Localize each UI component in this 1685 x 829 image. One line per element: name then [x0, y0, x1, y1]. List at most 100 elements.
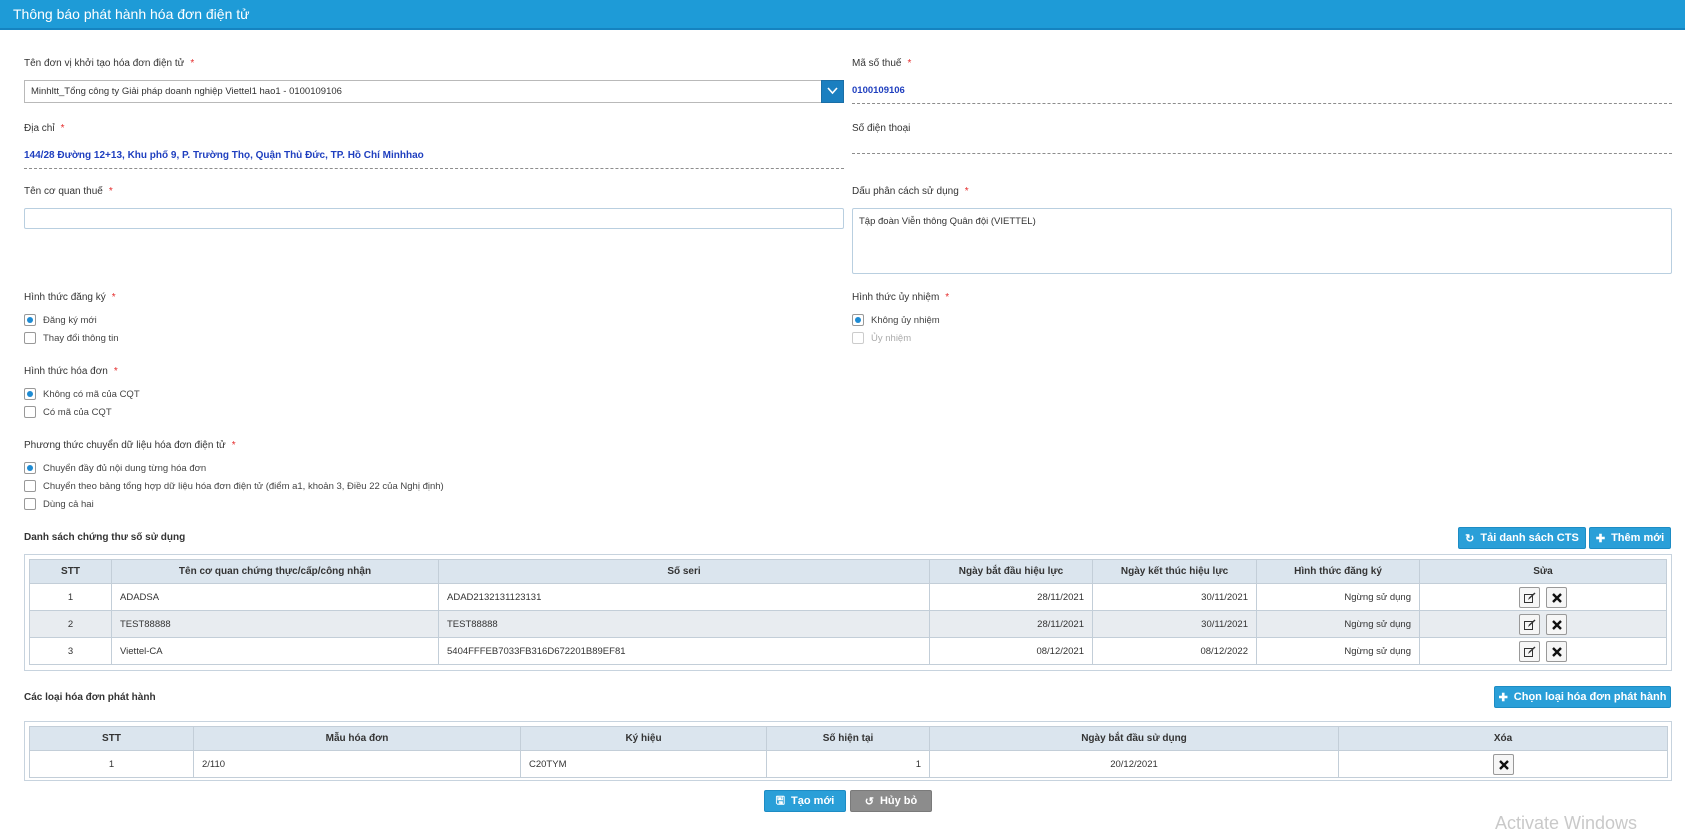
cell-start-use-date: 20/12/2021 — [929, 750, 1339, 778]
cell-actions — [1419, 583, 1667, 611]
plus-icon: ✚ — [1595, 532, 1606, 545]
delete-icon[interactable] — [1492, 753, 1514, 775]
transfer-method-label: Phương thức chuyển dữ liệu hóa đơn điện … — [24, 440, 236, 451]
org-select[interactable]: Minhltt_Tổng công ty Giải pháp doanh ngh… — [24, 80, 844, 103]
separator-textarea[interactable]: Tập đoàn Viễn thông Quân đội (VIETTEL) — [852, 208, 1672, 274]
save-icon: 🖫 — [775, 794, 786, 807]
edit-icon[interactable] — [1518, 586, 1540, 608]
choose-invoice-button[interactable]: ✚ Chọn loại hóa đơn phát hành — [1494, 686, 1671, 708]
cell-start-date: 28/11/2021 — [929, 583, 1093, 611]
cell-authority: Viettel-CA — [111, 637, 439, 665]
col-stt: STT — [29, 726, 194, 751]
tax-code-value: 0100109106 — [852, 85, 905, 96]
cancel-button[interactable]: ↺ Hủy bỏ — [850, 790, 932, 812]
radio-unchecked-icon[interactable] — [24, 498, 36, 510]
delegation-label: Hình thức ủy nhiệm * — [852, 292, 950, 303]
col-reg-type: Hình thức đăng ký — [1256, 559, 1420, 584]
col-stt: STT — [29, 559, 112, 584]
cell-end-date: 08/12/2022 — [1092, 637, 1257, 665]
col-delete: Xóa — [1338, 726, 1668, 751]
cell-reg-type: Ngừng sử dụng — [1256, 637, 1420, 665]
cell-serial: 5404FFFEB7033FB316D672201B89EF81 — [438, 637, 930, 665]
radio-unchecked-icon[interactable] — [24, 480, 36, 492]
cell-stt: 1 — [29, 750, 194, 778]
cell-actions — [1419, 637, 1667, 665]
delete-icon[interactable] — [1546, 586, 1568, 608]
cell-stt: 3 — [29, 637, 112, 665]
transfer-option-full[interactable]: Chuyển đầy đủ nội dung từng hóa đơn — [24, 462, 206, 474]
invoices-header-row: STT Mẫu hóa đơn Ký hiệu Số hiện tại Ngày… — [29, 726, 1668, 751]
col-symbol: Ký hiệu — [520, 726, 767, 751]
page-title: Thông báo phát hành hóa đơn điện tử — [13, 6, 250, 22]
org-label: Tên đơn vị khởi tạo hóa đơn điện tử * — [24, 58, 195, 69]
col-serial: Số seri — [438, 559, 930, 584]
refresh-icon: ↻ — [1465, 532, 1475, 545]
table-row: 1 ADADSA ADAD2132131123131 28/11/2021 30… — [29, 583, 1667, 611]
delete-icon[interactable] — [1546, 613, 1568, 635]
cell-template: 2/110 — [193, 750, 521, 778]
certs-title: Danh sách chứng thư số sử dụng — [24, 532, 186, 543]
invoices-title: Các loại hóa đơn phát hành — [24, 692, 156, 703]
address-underline — [24, 168, 844, 169]
cell-authority: TEST88888 — [111, 610, 439, 638]
invoice-type-label: Hình thức hóa đơn * — [24, 366, 118, 377]
cell-authority: ADADSA — [111, 583, 439, 611]
activate-windows-watermark: Activate Windows — [1495, 813, 1638, 829]
add-cert-button[interactable]: ✚ Thêm mới — [1589, 527, 1671, 549]
reg-type-option-change[interactable]: Thay đổi thông tin — [24, 332, 119, 344]
invoices-table: STT Mẫu hóa đơn Ký hiệu Số hiện tại Ngày… — [29, 726, 1668, 778]
load-certs-button[interactable]: ↻ Tải danh sách CTS — [1458, 527, 1586, 549]
cell-current-number: 1 — [766, 750, 930, 778]
col-end-date: Ngày kết thúc hiệu lực — [1092, 559, 1257, 584]
radio-checked-icon[interactable] — [24, 388, 36, 400]
edit-icon[interactable] — [1518, 613, 1540, 635]
radio-unchecked-icon[interactable] — [24, 406, 36, 418]
tax-code-label: Mã số thuế * — [852, 58, 912, 69]
certs-table-wrap: STT Tên cơ quan chứng thực/cấp/công nhận… — [24, 554, 1672, 671]
plus-icon: ✚ — [1498, 691, 1508, 704]
cell-serial: ADAD2132131123131 — [438, 583, 930, 611]
edit-icon[interactable] — [1518, 640, 1540, 662]
invoices-table-wrap: STT Mẫu hóa đơn Ký hiệu Số hiện tại Ngày… — [24, 721, 1672, 781]
delete-icon[interactable] — [1546, 640, 1568, 662]
radio-checked-icon[interactable] — [852, 314, 864, 326]
cell-stt: 2 — [29, 610, 112, 638]
tax-office-label: Tên cơ quan thuế * — [24, 186, 113, 197]
col-edit: Sửa — [1419, 559, 1667, 584]
radio-checked-icon[interactable] — [24, 462, 36, 474]
reg-type-option-new[interactable]: Đăng ký mới — [24, 314, 97, 326]
cell-reg-type: Ngừng sử dụng — [1256, 583, 1420, 611]
invoice-type-option-code[interactable]: Có mã của CQT — [24, 406, 112, 418]
table-row: 3 Viettel-CA 5404FFFEB7033FB316D672201B8… — [29, 637, 1667, 665]
cell-serial: TEST88888 — [438, 610, 930, 638]
page-header: Thông báo phát hành hóa đơn điện tử — [0, 0, 1685, 30]
radio-unchecked-icon[interactable] — [24, 332, 36, 344]
separator-value: Tập đoàn Viễn thông Quân đội (VIETTEL) — [859, 216, 1036, 227]
phone-field[interactable] — [852, 153, 1672, 154]
table-row: 1 2/110 C20TYM 1 20/12/2021 — [29, 750, 1668, 778]
cell-actions — [1419, 610, 1667, 638]
transfer-option-both[interactable]: Dùng cả hai — [24, 498, 94, 510]
cell-reg-type: Ngừng sử dụng — [1256, 610, 1420, 638]
col-current-number: Số hiện tại — [766, 726, 930, 751]
delegation-option-none[interactable]: Không ủy nhiệm — [852, 314, 940, 326]
col-template: Mẫu hóa đơn — [193, 726, 521, 751]
create-button[interactable]: 🖫 Tạo mới — [764, 790, 846, 812]
org-select-value: Minhltt_Tổng công ty Giải pháp doanh ngh… — [31, 86, 342, 97]
radio-unchecked-icon — [852, 332, 864, 344]
col-authority: Tên cơ quan chứng thực/cấp/công nhận — [111, 559, 439, 584]
cell-end-date: 30/11/2021 — [1092, 610, 1257, 638]
undo-icon: ↺ — [864, 795, 874, 808]
cell-actions — [1338, 750, 1668, 778]
cell-start-date: 08/12/2021 — [929, 637, 1093, 665]
tax-code-underline — [852, 103, 1672, 104]
cell-start-date: 28/11/2021 — [929, 610, 1093, 638]
col-start-date: Ngày bắt đầu hiệu lực — [929, 559, 1093, 584]
chevron-down-icon[interactable] — [821, 80, 844, 103]
invoice-type-option-nocode[interactable]: Không có mã của CQT — [24, 388, 140, 400]
delegation-option-delegate: Ủy nhiệm — [852, 332, 911, 344]
transfer-option-summary[interactable]: Chuyển theo bảng tổng hợp dữ liệu hóa đơ… — [24, 480, 444, 492]
reg-type-label: Hình thức đăng ký * — [24, 292, 116, 303]
tax-office-input[interactable] — [24, 208, 844, 229]
radio-checked-icon[interactable] — [24, 314, 36, 326]
